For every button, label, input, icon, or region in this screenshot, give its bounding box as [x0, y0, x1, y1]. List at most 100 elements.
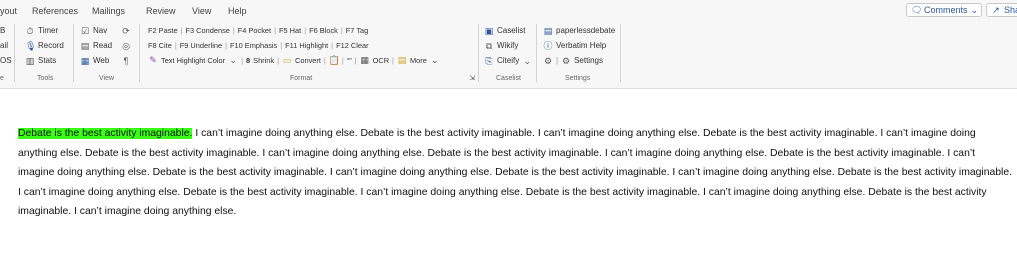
wikify-icon: ⧉	[485, 41, 493, 51]
checkbox-icon: ☑	[80, 26, 90, 36]
timer-label: Timer	[38, 26, 59, 35]
caselist-icon: ▣	[484, 26, 494, 36]
clipboard-icon[interactable]: 📋	[329, 55, 340, 65]
stub-item-3[interactable]: OS	[0, 56, 12, 66]
caselist-button[interactable]: ▣ Caselist	[484, 26, 526, 36]
group-label-view: View	[99, 75, 115, 82]
share-button[interactable]: ↗ Sha	[986, 3, 1017, 17]
tab-view[interactable]: View	[192, 6, 211, 16]
record-label: Record	[38, 41, 64, 50]
quote-button[interactable]: “”	[347, 56, 352, 65]
f8-cite-button[interactable]: F8 Cite	[148, 41, 172, 50]
web-icon: ▦	[80, 56, 90, 66]
paragraph-icon[interactable]: ¶	[121, 56, 131, 66]
chevron-down-icon: ⌄	[970, 5, 979, 15]
dialog-launcher-icon[interactable]: ⇲	[467, 74, 477, 84]
read-icon: ▤	[80, 41, 90, 51]
group-divider	[620, 24, 621, 82]
f7-tag-button[interactable]: F7 Tag	[346, 26, 368, 35]
verbatim-help-button[interactable]: ⓘ Verbatim Help	[543, 41, 606, 51]
group-label-caselist: Caselist	[496, 75, 521, 82]
group-divider	[536, 24, 537, 82]
text-highlight-color-dropdown[interactable]: Text Highlight Color	[161, 56, 225, 65]
tab-references[interactable]: References	[32, 6, 78, 16]
f2-paste-button[interactable]: F2 Paste	[148, 26, 178, 35]
nav-checkbox[interactable]: ☑ Nav	[80, 26, 107, 36]
settings-button[interactable]: ⚙ | ⚙ Settings	[543, 56, 603, 66]
web-label: Web	[93, 56, 110, 65]
ocr-icon: ▦	[360, 55, 369, 65]
highlighter-icon: ✎	[149, 55, 157, 65]
record-button[interactable]: 🎙 Record	[25, 41, 64, 51]
wikify-button[interactable]: ⧉ Wikify	[484, 41, 519, 51]
web-button[interactable]: ▦ Web	[80, 56, 110, 66]
shrink-number: 8	[246, 55, 251, 65]
read-button[interactable]: ▤ Read	[80, 41, 112, 51]
f5-hat-button[interactable]: F5 Hat	[279, 26, 301, 35]
group-label-stub: e	[0, 75, 4, 82]
document-body[interactable]: Debate is the best activity imaginable. …	[18, 124, 1014, 222]
group-divider	[73, 24, 74, 82]
stats-label: Stats	[38, 56, 57, 65]
more-button[interactable]: More	[410, 56, 427, 65]
f10-emphasis-button[interactable]: F10 Emphasis	[230, 41, 277, 50]
timer-button[interactable]: ⏱ Timer	[25, 26, 58, 36]
f9-underline-button[interactable]: F9 Underline	[180, 41, 222, 50]
wikify-label: Wikify	[497, 41, 519, 50]
group-label-tools: Tools	[37, 75, 54, 82]
paragraph-text[interactable]: I can’t imagine doing anything else. Deb…	[18, 128, 1012, 217]
refresh-icon[interactable]: ⟳	[121, 26, 131, 36]
chevron-down-icon[interactable]: ⌄	[430, 55, 440, 65]
convert-button[interactable]: Convert	[295, 56, 321, 65]
f12-clear-button[interactable]: F12 Clear	[336, 41, 368, 50]
format-row-1: F2 Paste | F3 Condense | F4 Pocket | F5 Hat…	[148, 26, 369, 35]
convert-icon: ▭	[282, 55, 292, 65]
citeify-label: Citeify	[497, 56, 520, 65]
tab-review[interactable]: Review	[146, 6, 176, 16]
f6-block-button[interactable]: F6 Block	[309, 26, 338, 35]
tab-help[interactable]: Help	[228, 6, 247, 16]
group-divider	[139, 24, 140, 82]
f4-pocket-button[interactable]: F4 Pocket	[238, 26, 271, 35]
chevron-down-icon[interactable]: ⌄	[228, 55, 238, 65]
document-paragraph[interactable]: Debate is the best activity imaginable. …	[18, 124, 1014, 222]
citeify-icon: ⎘	[485, 56, 493, 66]
settings-label: Settings	[574, 56, 603, 65]
tab-layout[interactable]: yout	[0, 6, 17, 16]
format-row-2: F8 Cite | F9 Underline | F10 Emphasis | F11…	[148, 41, 369, 50]
group-label-settings: Settings	[565, 75, 591, 82]
ribbon: yout References Mailings Review View Hel…	[0, 0, 1017, 89]
highlighted-text[interactable]: Debate is the best activity imaginable.	[18, 128, 193, 139]
microphone-icon: 🎙	[25, 41, 37, 51]
ocr-button[interactable]: OCR	[373, 56, 389, 65]
paperlessdebate-label: paperlessdebate	[556, 26, 616, 35]
chevron-down-icon: ⌄	[523, 56, 531, 66]
nav-label: Nav	[93, 26, 108, 35]
tab-mailings[interactable]: Mailings	[92, 6, 125, 16]
timer-icon: ⏱	[26, 26, 34, 36]
gear-icon: ⚙	[562, 56, 571, 66]
share-icon: ↗	[992, 5, 1000, 15]
stub-item-2[interactable]: ail	[0, 41, 8, 51]
stats-button[interactable]: ▥ Stats	[25, 56, 57, 66]
format-row-3: ✎ Text Highlight Color ⌄ | 8 Shrink | ▭ Co…	[149, 55, 440, 65]
more-icon: ▤	[397, 55, 407, 65]
share-label: Sha	[1004, 5, 1017, 15]
citeify-button[interactable]: ⎘ Citeify ⌄	[484, 56, 532, 66]
verbatim-help-label: Verbatim Help	[556, 41, 607, 50]
wireless-icon[interactable]: ◎	[121, 41, 131, 51]
comments-button[interactable]: 🗨 Comments ⌄	[906, 3, 982, 17]
help-icon: ⓘ	[543, 41, 553, 51]
document-icon: ▤	[543, 26, 553, 36]
stub-item-1[interactable]: B	[0, 26, 5, 36]
comment-icon: 🗨	[911, 5, 923, 15]
caselist-label: Caselist	[497, 26, 526, 35]
group-label-format: Format	[290, 75, 313, 82]
stats-icon: ▥	[25, 56, 35, 66]
f11-highlight-button[interactable]: F11 Highlight	[285, 41, 328, 50]
paperlessdebate-button[interactable]: ▤ paperlessdebate	[543, 26, 615, 36]
shrink-button[interactable]: Shrink	[253, 56, 274, 65]
comments-label: Comments	[924, 5, 968, 15]
read-label: Read	[93, 41, 113, 50]
f3-condense-button[interactable]: F3 Condense	[186, 26, 230, 35]
